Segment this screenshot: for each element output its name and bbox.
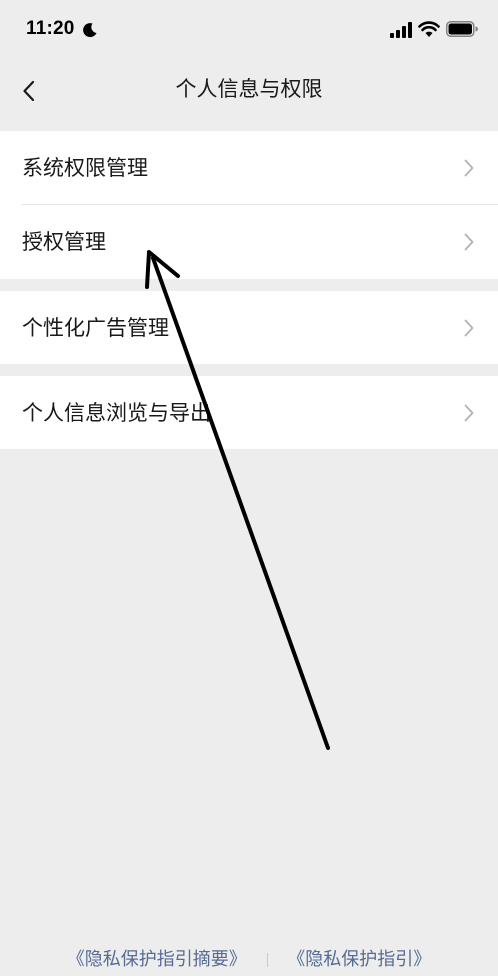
page-title: 个人信息与权限: [175, 77, 323, 101]
chevron-right-icon: [464, 319, 474, 337]
wifi-icon: [418, 21, 440, 37]
menu-item-info-export[interactable]: 个人信息浏览与导出: [0, 376, 498, 449]
menu-item-authorization[interactable]: 授权管理: [0, 205, 498, 279]
nav-bar: 个人信息与权限: [0, 62, 498, 118]
status-time: 11:20: [26, 18, 75, 39]
menu-item-label: 授权管理: [22, 230, 106, 254]
menu-item-label: 个性化广告管理: [22, 316, 169, 340]
chevron-right-icon: [464, 159, 474, 177]
status-bar: 11:20: [0, 0, 498, 62]
settings-group-ads: 个性化广告管理: [0, 291, 498, 364]
footer-divider: [266, 953, 268, 967]
moon-icon: [83, 23, 97, 38]
settings-group-export: 个人信息浏览与导出: [0, 376, 498, 449]
battery-icon: [446, 21, 478, 37]
menu-item-label: 个人信息浏览与导出: [22, 401, 211, 425]
chevron-right-icon: [464, 233, 474, 251]
chevron-right-icon: [464, 404, 474, 422]
menu-item-system-permissions[interactable]: 系统权限管理: [0, 131, 498, 205]
footer-links: 《隐私保护指引摘要》 《隐私保护指引》: [0, 944, 498, 970]
menu-item-label: 系统权限管理: [22, 156, 148, 180]
menu-item-personalized-ads[interactable]: 个性化广告管理: [0, 291, 498, 364]
signal-icon: [390, 22, 412, 38]
settings-group-permissions: 系统权限管理 授权管理: [0, 131, 498, 279]
